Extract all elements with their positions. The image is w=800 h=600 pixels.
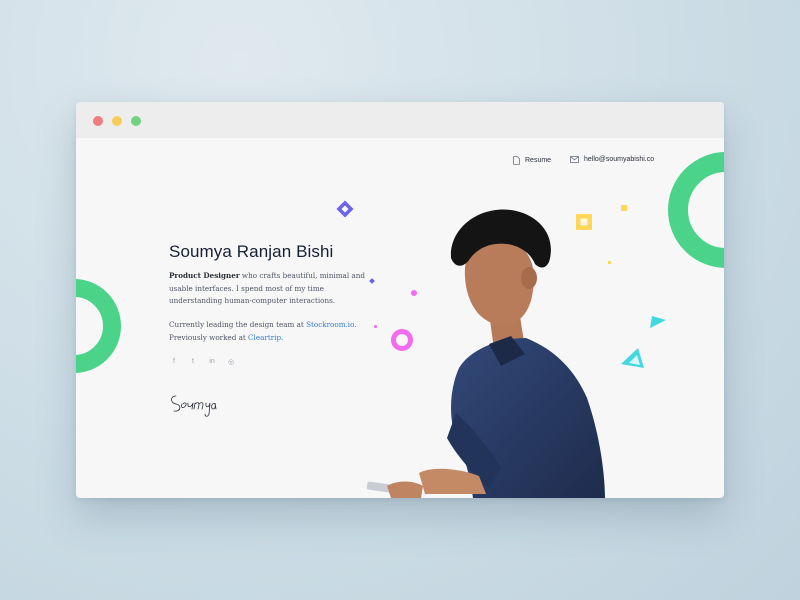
instagram-icon[interactable]: ◎ (226, 358, 236, 366)
yellow-dot-decoration (621, 205, 627, 211)
bio-paragraph: Product Designer who crafts beautiful, m… (169, 270, 374, 308)
purple-diamond-decoration (336, 200, 354, 218)
bio-role: Product Designer (169, 271, 240, 280)
page-title: Soumya Ranjan Bishi (169, 242, 334, 261)
maximize-window-button[interactable] (131, 116, 141, 126)
signature-image (171, 395, 217, 417)
cleartrip-link[interactable]: Cleartrip. (248, 333, 283, 342)
portrait-photo (366, 209, 605, 498)
work-paragraph: Currently leading the design team at Sto… (169, 319, 379, 344)
email-label: hello@soumyabishi.co (584, 156, 655, 163)
mail-icon (570, 156, 579, 163)
twitter-icon[interactable]: t (188, 358, 198, 366)
page-content: Resume hello@soumyabishi.co Soumya Ranja… (76, 138, 724, 498)
resume-label: Resume (525, 157, 552, 164)
current-prefix: Currently leading the design team at (169, 320, 307, 329)
minimize-window-button[interactable] (112, 116, 122, 126)
title-bar (76, 102, 724, 138)
close-window-button[interactable] (93, 116, 103, 126)
document-icon (513, 156, 520, 165)
green-ring-left-decoration (76, 279, 121, 373)
email-link[interactable]: hello@soumyabishi.co (570, 156, 654, 163)
previous-prefix: Previously worked at (169, 332, 249, 342)
stockroom-link[interactable]: Stockroom.io. (306, 320, 357, 329)
cyan-outline-triangle-decoration (621, 348, 644, 368)
browser-window: Resume hello@soumyabishi.co Soumya Ranja… (76, 102, 724, 498)
social-links: f t in ◎ (169, 358, 236, 366)
cyan-triangle-decoration (650, 316, 666, 328)
linkedin-icon[interactable]: in (207, 358, 217, 366)
resume-link[interactable]: Resume (513, 156, 551, 165)
green-ring-right-decoration (668, 152, 724, 268)
facebook-icon[interactable]: f (169, 358, 179, 366)
